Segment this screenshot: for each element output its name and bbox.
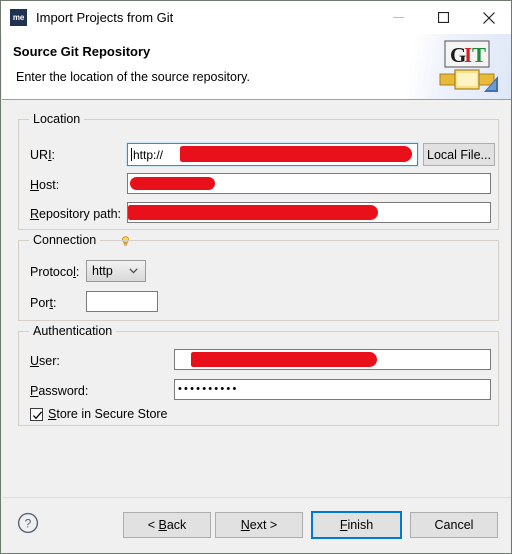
authentication-group: Authentication User: Password: •••••••••… — [18, 324, 499, 426]
port-input[interactable] — [86, 291, 158, 312]
git-logo-icon: G I T — [439, 40, 498, 92]
app-icon: me — [10, 9, 27, 26]
protocol-selected-value: http — [92, 264, 113, 278]
password-label: Password: — [30, 384, 89, 398]
protocol-select[interactable]: http — [86, 260, 146, 282]
wizard-header: G I T Source Git Repository Enter the lo… — [2, 34, 511, 100]
window-controls — [376, 1, 511, 34]
svg-text:I: I — [464, 43, 472, 67]
host-redaction — [130, 177, 215, 190]
password-input[interactable]: •••••••••• — [174, 379, 491, 400]
host-input[interactable] — [127, 173, 491, 194]
protocol-label: Protocol: — [30, 265, 80, 279]
host-label: Host: — [30, 178, 60, 192]
page-title: Source Git Repository — [13, 44, 151, 59]
window-title: Import Projects from Git — [36, 10, 174, 25]
cancel-button[interactable]: Cancel — [410, 512, 498, 538]
check-icon — [32, 410, 43, 419]
back-button[interactable]: < Back — [123, 512, 211, 538]
location-group: Location URI: http:// Local File... Host… — [18, 112, 499, 230]
dialog-window: me Import Projects from Git G I T Source… — [0, 0, 512, 554]
uri-redaction — [180, 146, 412, 162]
location-group-label: Location — [29, 112, 85, 126]
uri-input[interactable]: http:// — [126, 142, 419, 167]
uri-label: URI: — [30, 148, 56, 162]
repository-path-redaction — [128, 205, 378, 220]
page-subtitle: Enter the location of the source reposit… — [16, 70, 250, 84]
help-icon[interactable]: ? — [17, 512, 39, 534]
next-button[interactable]: Next > — [215, 512, 303, 538]
repository-path-input[interactable] — [127, 202, 491, 223]
repository-path-label: Repository path: — [30, 207, 122, 221]
text-caret — [131, 148, 132, 161]
store-in-secure-store-label: Store in Secure Store — [48, 407, 168, 421]
local-file-button[interactable]: Local File... — [423, 143, 495, 166]
dialog-body: Location URI: http:// Local File... Host… — [2, 100, 511, 497]
user-label: User: — [30, 354, 60, 368]
checkbox-box — [30, 407, 43, 421]
chevron-down-icon — [129, 268, 138, 274]
svg-text:?: ? — [25, 516, 32, 530]
maximize-button[interactable] — [421, 1, 466, 34]
user-input[interactable] — [174, 349, 491, 370]
finish-button[interactable]: Finish — [311, 511, 402, 539]
minimize-button[interactable] — [376, 1, 421, 34]
uri-input-value: http:// — [133, 147, 164, 162]
authentication-group-label: Authentication — [29, 324, 117, 338]
connection-group-label: Connection — [29, 233, 101, 247]
svg-text:T: T — [472, 43, 486, 67]
title-bar: me Import Projects from Git — [1, 1, 511, 34]
port-label: Port: — [30, 296, 57, 310]
close-button[interactable] — [466, 1, 511, 34]
password-input-value: •••••••••• — [178, 383, 239, 395]
connection-group: Connection Protocol: http Port: — [18, 233, 499, 321]
store-in-secure-store-checkbox[interactable]: Store in Secure Store — [30, 407, 168, 421]
user-redaction — [191, 352, 377, 367]
